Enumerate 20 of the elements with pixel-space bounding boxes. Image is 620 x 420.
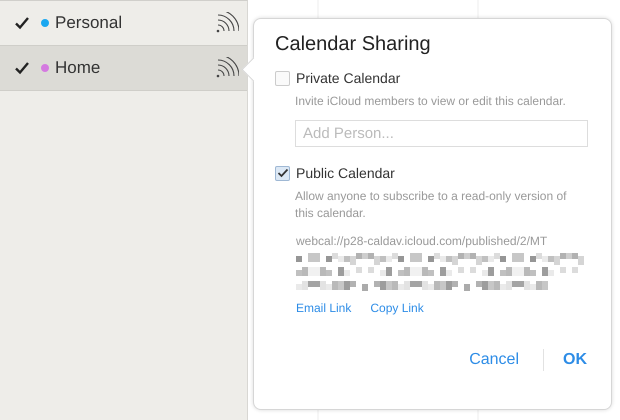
share-link[interactable]: Email Link — [296, 301, 352, 315]
broadcast-icon[interactable] — [215, 57, 239, 79]
ok-button[interactable]: OK — [563, 349, 587, 371]
checkmark-icon[interactable] — [14, 61, 30, 75]
calendar-name: Personal — [55, 13, 124, 33]
calendar-name: Home — [55, 58, 102, 78]
broadcast-icon[interactable] — [215, 12, 239, 34]
add-person-field[interactable]: Add Person... — [295, 120, 588, 147]
checkbox-label: Private Calendar — [296, 70, 400, 86]
checkmark-icon[interactable] — [14, 16, 30, 30]
description-text: Invite iCloud members to view or edit this calendar. — [295, 93, 567, 110]
calendar-list-item[interactable]: Home — [0, 46, 247, 91]
cancel-button[interactable]: Cancel — [469, 349, 519, 371]
checkbox[interactable] — [275, 70, 290, 86]
description-text: Allow anyone to subscribe to a read-only version of this calendar. — [295, 188, 568, 222]
url-text: webcal://p28-caldav.icloud.com/published/2/MT — [296, 234, 548, 248]
checkbox[interactable] — [275, 166, 290, 180]
share-link[interactable]: Copy Link — [370, 301, 424, 315]
checkbox-label: Public Calendar — [296, 165, 395, 181]
popover-title: Calendar Sharing — [275, 33, 432, 56]
